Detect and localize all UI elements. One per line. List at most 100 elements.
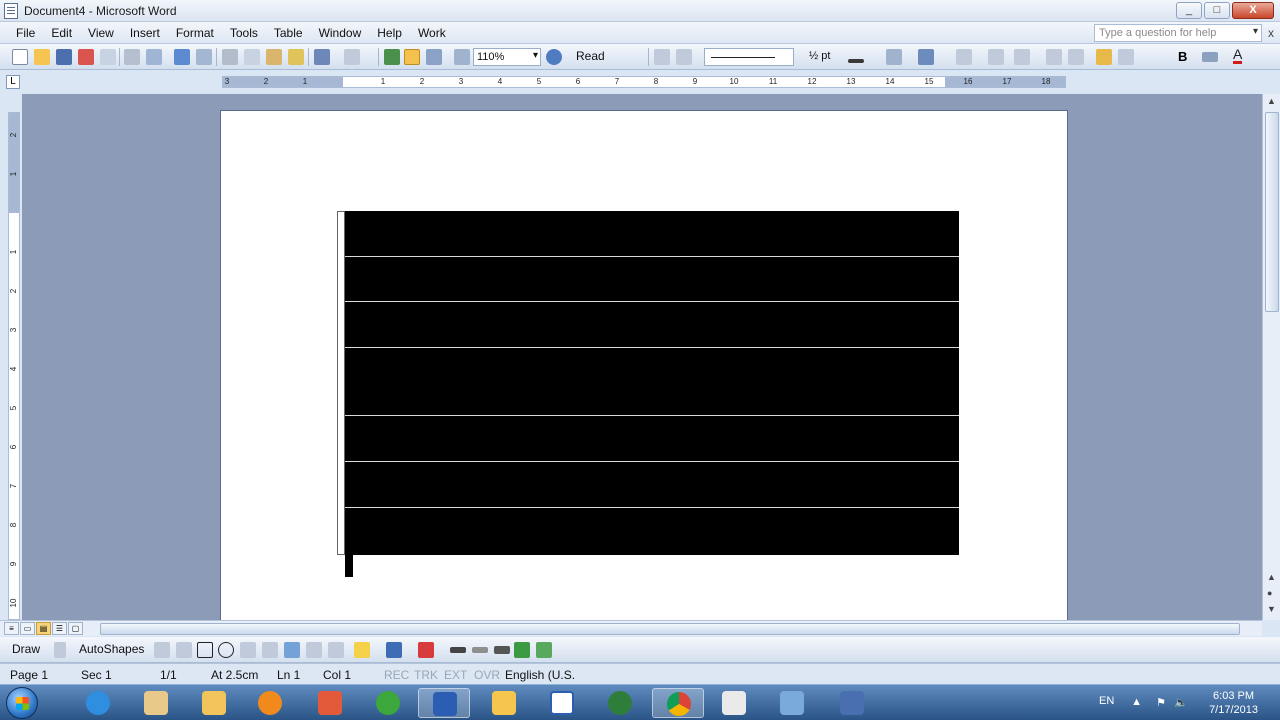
document-map-icon[interactable]	[454, 49, 470, 65]
autoformat-icon[interactable]	[1096, 49, 1112, 65]
oval-tool-icon[interactable]	[218, 642, 234, 658]
menu-help[interactable]: Help	[369, 25, 410, 41]
taskbar-document[interactable]	[708, 688, 760, 718]
3d-style-icon[interactable]	[536, 642, 552, 658]
taskbar-refresh[interactable]	[362, 688, 414, 718]
taskbar-explorer[interactable]	[188, 688, 240, 718]
scroll-up-icon[interactable]: ▲	[1267, 572, 1276, 582]
font-color-icon[interactable]: A	[1233, 47, 1243, 64]
taskbar-film[interactable]	[826, 688, 878, 718]
new-document-icon[interactable]	[12, 49, 28, 65]
web-layout-icon[interactable]: ▭	[20, 622, 35, 635]
status-ext[interactable]: EXT	[444, 668, 467, 682]
horizontal-scroll-thumb[interactable]	[100, 623, 1240, 635]
line-style-select[interactable]	[704, 48, 794, 66]
status-language[interactable]: English (U.S.	[505, 668, 575, 682]
draw-menu[interactable]: Draw	[12, 642, 40, 656]
diagram-icon[interactable]	[284, 642, 300, 658]
copy-icon[interactable]	[244, 49, 260, 65]
taskbar-paint[interactable]	[130, 688, 182, 718]
taskbar-chrome[interactable]	[652, 688, 704, 718]
taskbar-network[interactable]	[594, 688, 646, 718]
maximize-button[interactable]: □	[1204, 2, 1230, 19]
paste-icon[interactable]	[266, 49, 282, 65]
line-tool-icon[interactable]	[154, 642, 170, 658]
draw-table-icon[interactable]	[654, 49, 670, 65]
close-button[interactable]: X	[1232, 2, 1274, 19]
rectangle-tool-icon[interactable]	[197, 642, 213, 658]
vertical-scrollbar[interactable]: ▲ ▲ ● ▼	[1262, 94, 1280, 620]
select-objects-icon[interactable]	[54, 642, 66, 658]
vertical-scroll-thumb[interactable]	[1265, 112, 1279, 312]
menu-edit[interactable]: Edit	[43, 25, 80, 41]
dash-style-icon[interactable]	[472, 647, 488, 653]
taskbar-screen[interactable]	[766, 688, 818, 718]
line-color-icon[interactable]	[386, 642, 402, 658]
distribute-rows-icon[interactable]	[1046, 49, 1062, 65]
menu-table[interactable]: Table	[266, 25, 311, 41]
insert-table-icon[interactable]	[426, 49, 442, 65]
help-search-input[interactable]: Type a question for help	[1094, 24, 1262, 42]
word-document-icon[interactable]	[4, 3, 18, 19]
cut-icon[interactable]	[222, 49, 238, 65]
merge-cells-icon[interactable]	[988, 49, 1004, 65]
status-rec[interactable]: REC	[384, 668, 409, 682]
taskbar-photo[interactable]	[478, 688, 530, 718]
volume-icon[interactable]: 🔈	[1174, 696, 1188, 709]
clock[interactable]: 6:03 PM 7/17/2013	[1209, 689, 1258, 717]
black-table[interactable]	[337, 211, 959, 555]
menu-file[interactable]: File	[8, 25, 43, 41]
taskbar-word[interactable]	[418, 688, 470, 718]
textbox-icon[interactable]	[240, 642, 256, 658]
horizontal-scrollbar[interactable]: ≡ ▭ ▤ ☰ ▢	[0, 620, 1262, 636]
font-color-2-icon[interactable]	[418, 642, 434, 658]
clip-art-icon[interactable]	[306, 642, 322, 658]
redo-icon[interactable]	[344, 49, 360, 65]
horizontal-ruler[interactable]: 3 2 1 1 2 3 4 5 6 7 8 9 10 11 12 13 14 1…	[222, 76, 1066, 88]
tables-borders-icon[interactable]	[404, 49, 420, 65]
picture-icon[interactable]	[328, 642, 344, 658]
normal-view-icon[interactable]: ≡	[4, 622, 19, 635]
align-icon[interactable]	[1014, 49, 1030, 65]
sort-icon[interactable]	[1118, 49, 1134, 65]
scroll-down-icon[interactable]: ▼	[1267, 604, 1276, 614]
menu-window[interactable]: Window	[311, 25, 370, 41]
language-indicator[interactable]: EN	[1099, 695, 1114, 707]
print-layout-icon[interactable]: ▤	[36, 622, 51, 635]
align-center-icon[interactable]	[1202, 52, 1218, 62]
vertical-ruler[interactable]: 2 1 1 2 3 4 5 6 7 8 9 10	[8, 112, 20, 620]
tab-selector[interactable]: L	[6, 75, 20, 89]
status-trk[interactable]: TRK	[414, 668, 438, 682]
insert-table-2-icon[interactable]	[956, 49, 972, 65]
print-preview-icon[interactable]	[146, 49, 162, 65]
line-style-icon[interactable]	[450, 647, 466, 653]
taskbar-puzzle[interactable]	[304, 688, 356, 718]
shadow-icon[interactable]	[514, 642, 530, 658]
arrow-style-icon[interactable]	[494, 646, 510, 654]
document-close-icon[interactable]: x	[1268, 26, 1274, 40]
spelling-icon[interactable]	[174, 49, 190, 65]
undo-icon[interactable]	[314, 49, 330, 65]
shading-icon[interactable]	[918, 49, 934, 65]
show-hidden-icons-icon[interactable]: ▲	[1131, 696, 1142, 708]
read-button[interactable]: Read	[576, 49, 605, 63]
menu-work[interactable]: Work	[410, 25, 454, 41]
minimize-button[interactable]: _	[1176, 2, 1202, 19]
arrow-tool-icon[interactable]	[176, 642, 192, 658]
document-page[interactable]	[220, 110, 1068, 620]
menu-insert[interactable]: Insert	[122, 25, 168, 41]
save-icon[interactable]	[56, 49, 72, 65]
open-folder-icon[interactable]	[34, 49, 50, 65]
help-icon[interactable]	[546, 49, 562, 65]
format-painter-icon[interactable]	[288, 49, 304, 65]
menu-tools[interactable]: Tools	[222, 25, 266, 41]
taskbar-media-player[interactable]	[244, 688, 296, 718]
border-color-icon[interactable]	[848, 59, 864, 63]
vertical-textbox-icon[interactable]	[262, 642, 278, 658]
start-button[interactable]	[6, 687, 38, 719]
eraser-icon[interactable]	[676, 49, 692, 65]
taskbar-word-doc[interactable]	[536, 688, 588, 718]
menu-view[interactable]: View	[80, 25, 122, 41]
scroll-up-icon[interactable]: ▲	[1267, 96, 1276, 106]
zoom-select[interactable]: 110%	[473, 48, 541, 66]
